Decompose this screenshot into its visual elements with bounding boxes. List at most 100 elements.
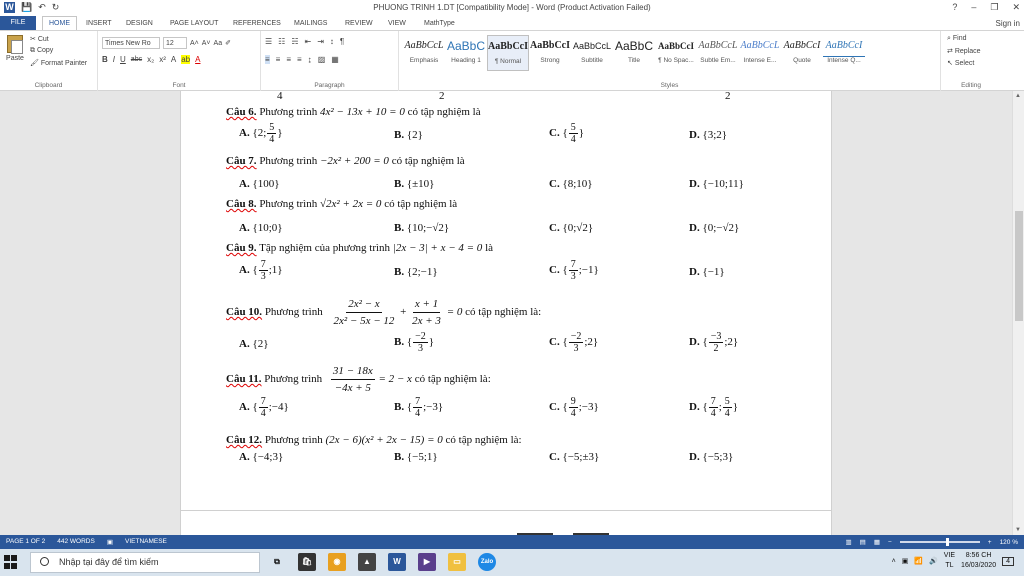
tab-design[interactable]: DESIGN (126, 18, 153, 30)
borders-icon[interactable]: ▦ (331, 55, 339, 64)
option-c[interactable]: C. {9 4 ;−3} (549, 396, 599, 419)
style-intense-quote[interactable]: AaBbCcI Intense Q... (823, 35, 865, 71)
option-a[interactable]: A. {−4;3} (239, 451, 283, 463)
option-b[interactable]: B. {10;−√2} (394, 222, 449, 234)
italic-icon[interactable]: I (113, 55, 115, 64)
read-mode-icon[interactable]: ▥ (846, 538, 852, 546)
grow-font-icon[interactable]: A˄ (190, 40, 199, 47)
scroll-up-icon[interactable]: ▲ (1015, 93, 1021, 99)
zoom-level[interactable]: 120 % (1000, 539, 1018, 546)
paste-button[interactable]: Paste (4, 35, 26, 69)
scroll-down-icon[interactable]: ▼ (1015, 527, 1021, 533)
option-d[interactable]: D. {−5;3} (689, 451, 733, 463)
scrollbar-thumb[interactable] (1015, 211, 1023, 321)
option-c[interactable]: C. {5 4} (549, 122, 584, 145)
font-color-icon[interactable]: A (195, 55, 200, 64)
vertical-scrollbar[interactable]: ▲ ▼ (1012, 91, 1024, 535)
language[interactable]: VIETNAMESE (125, 538, 167, 546)
network-icon[interactable]: 📶 (914, 557, 923, 565)
shrink-font-icon[interactable]: A˅ (202, 40, 211, 47)
option-b[interactable]: B. {−2 3} (394, 331, 434, 354)
video-icon[interactable]: ▶ (418, 553, 436, 571)
bullets-icon[interactable]: ☰ (265, 37, 272, 46)
word-taskbar-icon[interactable]: W (388, 553, 406, 571)
select-button[interactable]: ↖ Select (947, 59, 981, 67)
decrease-indent-icon[interactable]: ⇤ (305, 37, 312, 46)
style-title[interactable]: AaBbC Title (613, 35, 655, 71)
tab-page-layout[interactable]: PAGE LAYOUT (170, 18, 218, 30)
tab-file[interactable]: FILE (0, 16, 36, 30)
zoom-slider[interactable] (899, 538, 980, 546)
tab-insert[interactable]: INSERT (86, 18, 112, 30)
option-c[interactable]: C. {−5;±3} (549, 451, 599, 463)
align-right-icon[interactable]: ≡ (286, 55, 291, 64)
option-b[interactable]: B. {2} (394, 129, 423, 141)
file-explorer-icon[interactable]: ▭ (448, 553, 466, 571)
option-b[interactable]: B. {±10} (394, 178, 434, 190)
task-view-icon[interactable]: ⧉ (268, 553, 286, 571)
close-button[interactable]: ✕ (1012, 2, 1020, 13)
option-d[interactable]: D. {3;2} (689, 129, 727, 141)
taskbar-search[interactable]: Nhập tại đây để tìm kiếm (30, 552, 260, 573)
option-b[interactable]: B. {7 4 ;−3} (394, 396, 443, 419)
page-count[interactable]: PAGE 1 OF 2 (6, 538, 45, 546)
style-no-spacing[interactable]: AaBbCcI ¶ No Spac... (655, 35, 697, 71)
chrome-icon[interactable]: ◉ (328, 553, 346, 571)
option-d[interactable]: D. {0;−√2} (689, 222, 739, 234)
style-quote[interactable]: AaBbCcI Quote (781, 35, 823, 71)
option-a[interactable]: A. {7 3 ;1} (239, 259, 283, 282)
increase-indent-icon[interactable]: ⇥ (317, 37, 324, 46)
sign-in-link[interactable]: Sign in (996, 19, 1020, 28)
option-d[interactable]: D. {−1} (689, 266, 725, 278)
store-icon[interactable]: 🛍 (298, 553, 316, 571)
zalo-icon[interactable]: Zalo (478, 553, 496, 571)
shading-icon[interactable]: ▨ (318, 55, 326, 64)
photos-icon[interactable]: ▲ (358, 553, 376, 571)
document-page[interactable]: 4 2 2 Câu 6. Phương trình 4x² − 13x + 10… (180, 91, 832, 535)
style-strong[interactable]: AaBbCcI Strong (529, 35, 571, 71)
replace-button[interactable]: ⇄ Replace (947, 47, 981, 55)
bold-icon[interactable]: B (102, 55, 108, 64)
print-layout-icon[interactable]: ▤ (860, 538, 866, 546)
tab-mailings[interactable]: MAILINGS (294, 18, 327, 30)
option-a[interactable]: A. {7 4 ;−4} (239, 396, 289, 419)
style-heading-1[interactable]: AaBbC Heading 1 (445, 35, 487, 71)
word-count[interactable]: 442 WORDS (57, 538, 95, 546)
option-a[interactable]: A. {100} (239, 178, 280, 190)
clock[interactable]: 8:56 CH 16/03/2020 (961, 551, 996, 571)
tab-references[interactable]: REFERENCES (233, 18, 281, 30)
volume-icon[interactable]: 🔊 (929, 557, 938, 565)
restore-button[interactable]: ❐ (990, 2, 998, 13)
zoom-in-icon[interactable]: + (988, 539, 992, 546)
proofing-icon[interactable]: ▣ (107, 538, 113, 546)
option-a[interactable]: A. {10;0} (239, 222, 283, 234)
zoom-slider-knob[interactable] (945, 538, 949, 546)
line-spacing-icon[interactable]: ↨ (308, 55, 312, 64)
cut-button[interactable]: ✂ Cut (30, 35, 87, 43)
text-effects-icon[interactable]: A (171, 55, 176, 64)
pilcrow-icon[interactable]: ¶ (340, 37, 344, 46)
tab-mathtype[interactable]: MathType (424, 18, 455, 30)
font-name-select[interactable]: Times New Ro (102, 37, 160, 49)
copy-button[interactable]: ⧉ Copy (30, 47, 87, 55)
style-subtitle[interactable]: AaBbCcL Subtitle (571, 35, 613, 71)
font-size-select[interactable]: 12 (163, 37, 187, 49)
align-left-icon[interactable]: ≡ (265, 55, 270, 64)
option-a[interactable]: A. {2} (239, 338, 269, 350)
option-c[interactable]: C. {8;10} (549, 178, 593, 190)
tab-view[interactable]: VIEW (388, 18, 406, 30)
option-c[interactable]: C. {0;√2} (549, 222, 593, 234)
style-normal[interactable]: AaBbCcI ¶ Normal (487, 35, 529, 71)
tab-home[interactable]: HOME (42, 16, 77, 30)
style-subtle-emphasis[interactable]: AaBbCcL Subtle Em... (697, 35, 739, 71)
superscript-icon[interactable]: x² (159, 55, 166, 64)
tray-app-icon[interactable]: ▣ (902, 557, 909, 565)
tab-review[interactable]: REVIEW (345, 18, 373, 30)
strikethrough-icon[interactable]: abc (131, 56, 142, 63)
align-center-icon[interactable]: ≡ (276, 55, 281, 64)
clear-format-icon[interactable]: ✐ (225, 39, 231, 47)
underline-icon[interactable]: U (120, 55, 126, 64)
sort-icon[interactable]: ↕ (330, 37, 334, 46)
style-intense-emphasis[interactable]: AaBbCcL Intense E... (739, 35, 781, 71)
input-language[interactable]: VIE TL (944, 551, 955, 571)
